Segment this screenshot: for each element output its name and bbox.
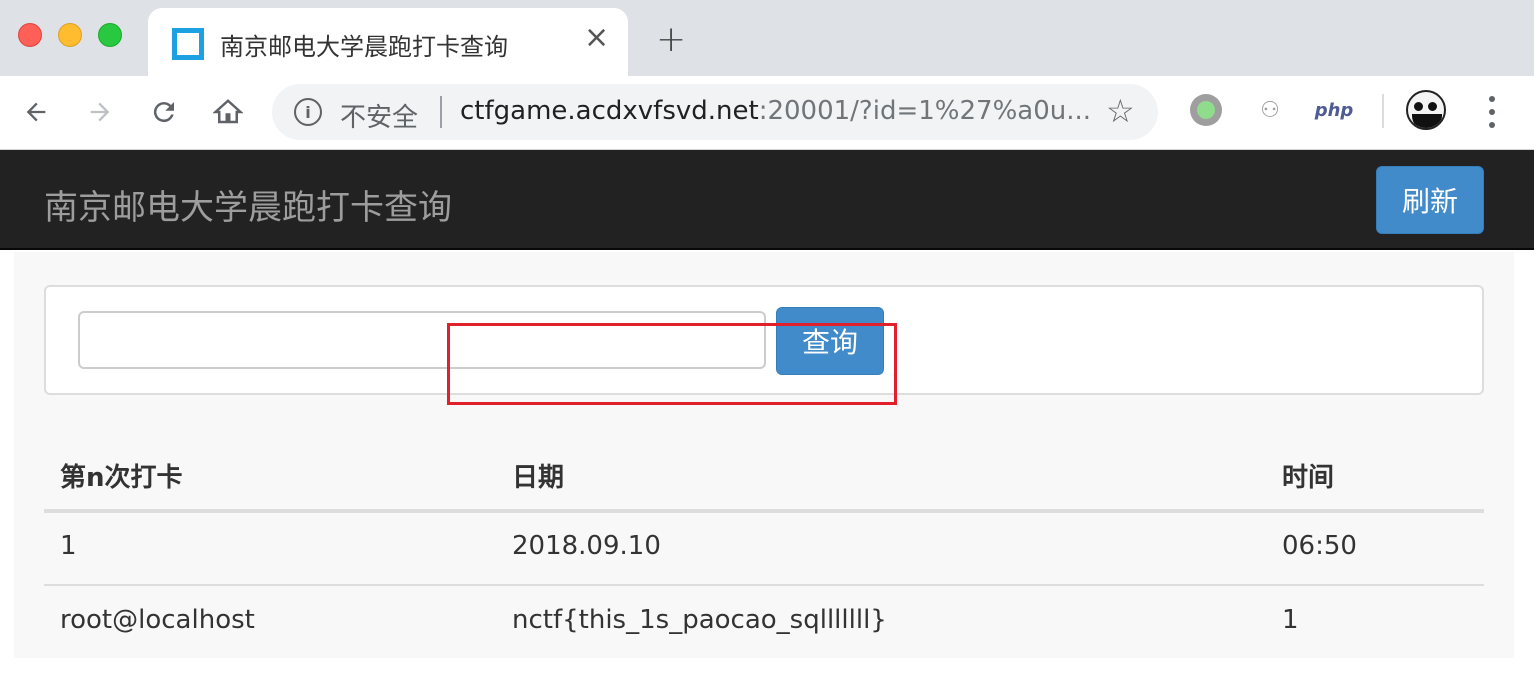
tab-title: 南京邮电大学晨跑打卡查询 — [220, 33, 508, 61]
column-header-date: 日期 — [512, 463, 565, 493]
url-host: ctfgame.acdxvfsvd.net — [460, 96, 759, 126]
column-header-time: 时间 — [1282, 463, 1335, 493]
table-cell: 1 — [60, 531, 77, 561]
url-text[interactable]: ctfgame.acdxvfsvd.net:20001/?id=1%27%a0u… — [460, 96, 1091, 126]
security-label[interactable]: 不安全 — [340, 97, 418, 134]
table-cell: 06:50 — [1282, 531, 1357, 561]
table-cell: 2018.09.10 — [512, 531, 661, 561]
refresh-button[interactable]: 刷新 — [1376, 166, 1484, 234]
forward-button[interactable] — [80, 92, 120, 132]
window-close-button[interactable] — [18, 23, 42, 47]
home-icon — [213, 99, 243, 124]
window-minimize-button[interactable] — [58, 23, 82, 47]
table-row-divider — [44, 584, 1484, 586]
extension-sitemap-icon[interactable]: ⚇ — [1256, 94, 1284, 126]
browser-toolbar: i 不安全 ctfgame.acdxvfsvd.net:20001/?id=1%… — [0, 76, 1534, 150]
back-button[interactable] — [16, 92, 56, 132]
home-button[interactable] — [208, 92, 248, 132]
tab-close-icon[interactable]: × — [584, 23, 609, 53]
favicon-icon — [172, 28, 204, 60]
main-content: 查询 第n次打卡 日期 时间 1 2018.09.10 06:50 root@l… — [14, 252, 1514, 658]
address-bar[interactable]: i 不安全 ctfgame.acdxvfsvd.net:20001/?id=1%… — [272, 84, 1158, 140]
site-brand[interactable]: 南京邮电大学晨跑打卡查询 — [44, 180, 452, 229]
arrow-right-icon — [90, 102, 110, 122]
flag-cell: nctf{this_1s_paocao_sqlllllll} — [512, 605, 887, 635]
reload-icon — [153, 102, 174, 123]
column-header-count: 第n次打卡 — [60, 463, 183, 493]
window-zoom-button[interactable] — [98, 23, 122, 47]
new-tab-button[interactable]: + — [656, 22, 686, 58]
browser-tab-strip: 南京邮电大学晨跑打卡查询 × + — [0, 0, 1534, 76]
table-cell: 1 — [1282, 605, 1299, 635]
browser-menu-icon[interactable] — [1478, 96, 1506, 128]
toolbar-divider — [1382, 94, 1384, 128]
table-header-divider — [44, 509, 1484, 513]
extension-php-icon[interactable]: php — [1314, 94, 1354, 126]
browser-tab-active[interactable]: 南京邮电大学晨跑打卡查询 × — [148, 8, 628, 76]
reload-button[interactable] — [144, 92, 184, 132]
profile-avatar[interactable] — [1406, 90, 1446, 130]
url-path: :20001/?id=1%27%a0u... — [758, 96, 1092, 126]
table-cell: root@localhost — [60, 605, 255, 635]
flag-highlight-box — [447, 323, 897, 405]
site-navbar: 南京邮电大学晨跑打卡查询 刷新 — [0, 150, 1534, 250]
bookmark-star-icon[interactable]: ☆ — [1106, 92, 1135, 130]
omnibox-divider — [440, 96, 442, 128]
extension-status-icon[interactable] — [1190, 94, 1222, 126]
arrow-left-icon — [26, 102, 46, 122]
info-icon[interactable]: i — [294, 98, 322, 126]
